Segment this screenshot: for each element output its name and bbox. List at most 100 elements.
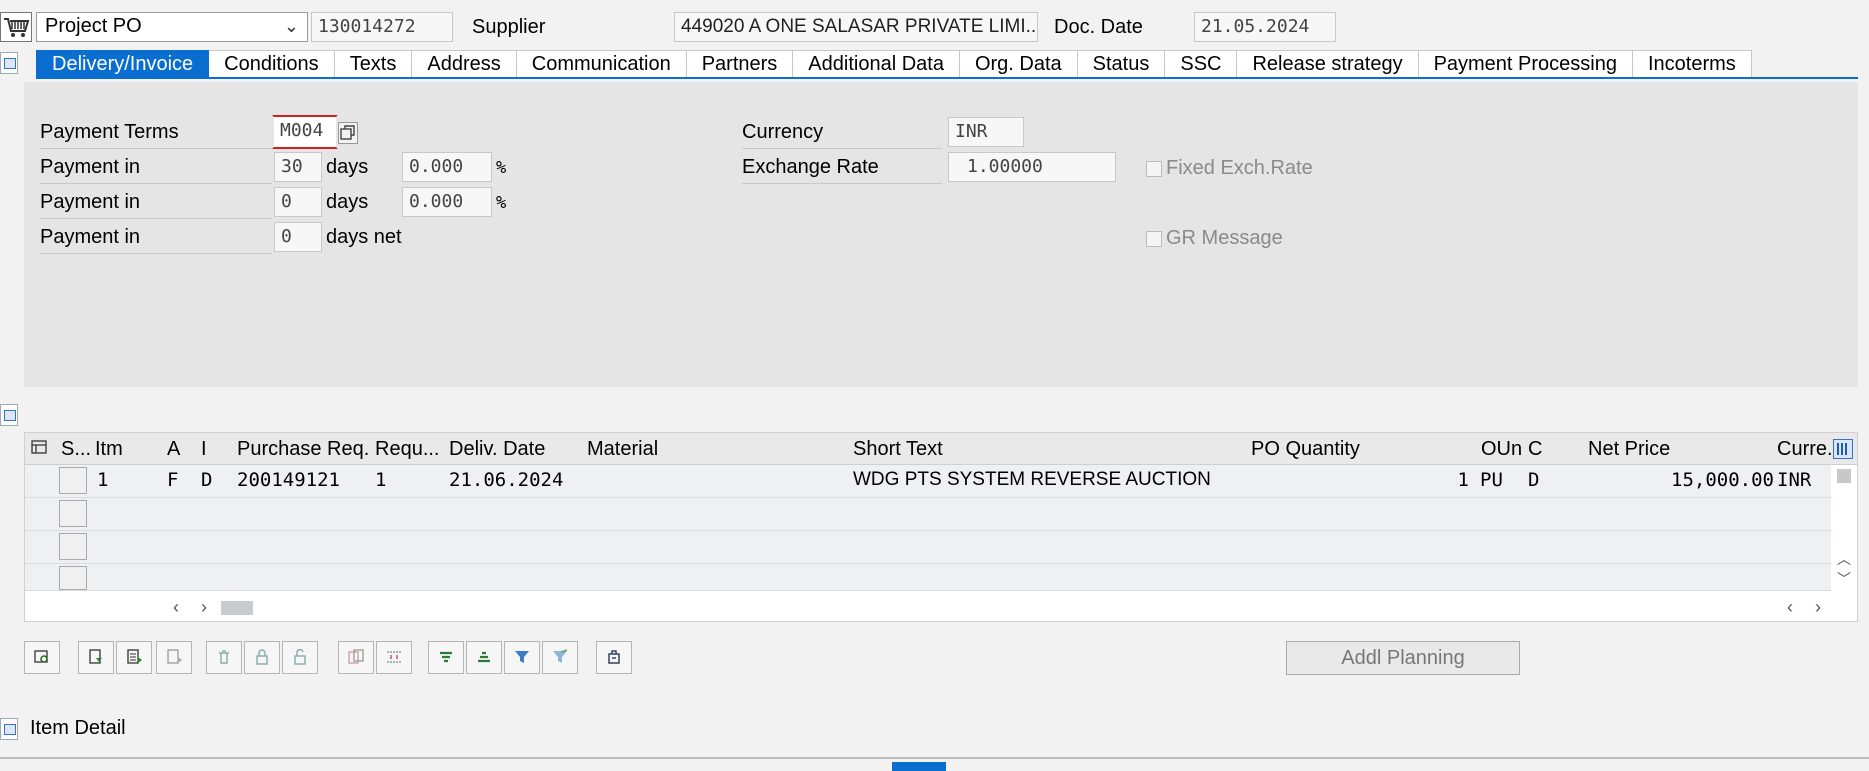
item-detail-label: Item Detail [30, 717, 126, 739]
tab-conditions[interactable]: Conditions [209, 50, 335, 78]
add-item-icon[interactable] [78, 641, 114, 674]
settings-icon[interactable] [596, 641, 632, 674]
details-icon[interactable] [24, 641, 60, 674]
doc-type-value: Project PO [45, 15, 142, 37]
delete-icon[interactable] [206, 641, 242, 674]
cell-account-assignment[interactable]: F [167, 469, 178, 491]
doc-type-dropdown[interactable]: Project PO ⌄ [36, 12, 308, 42]
scroll-up-icon[interactable]: ︿ [1837, 549, 1851, 569]
tab-delivery-invoice[interactable]: Delivery/Invoice [36, 50, 210, 78]
scroll-right-icon[interactable]: › [201, 597, 207, 618]
fixed-exch-rate-checkbox[interactable] [1146, 161, 1162, 177]
cell-currency[interactable]: INR [1777, 469, 1811, 491]
column-config-icon[interactable] [1833, 439, 1853, 459]
filter-remove-icon[interactable] [542, 641, 578, 674]
gr-message-label: GR Message [1166, 227, 1283, 249]
tab-additional-data[interactable]: Additional Data [793, 50, 960, 78]
col-status[interactable]: S... [61, 438, 91, 461]
row-selector[interactable] [59, 500, 87, 527]
gr-message-checkbox[interactable] [1146, 231, 1162, 247]
cell-deliv-date[interactable]: 21.06.2024 [449, 469, 563, 491]
cart-icon[interactable] [0, 12, 32, 42]
scroll-down-icon[interactable]: ﹀ [1837, 569, 1851, 589]
table-row[interactable] [25, 531, 1831, 564]
col-item[interactable]: Itm [95, 438, 123, 461]
table-header: S... Itm A I Purchase Req. Requ... Deliv… [25, 433, 1857, 465]
tab-incoterms[interactable]: Incoterms [1632, 50, 1752, 78]
lock-icon[interactable] [244, 641, 280, 674]
filter-icon[interactable] [504, 641, 540, 674]
expand-item-detail-icon[interactable] [0, 718, 18, 740]
cell-purchase-req[interactable]: 200149121 [237, 469, 340, 491]
payment-days-field-2[interactable]: 0 [274, 187, 322, 217]
col-account-assignment[interactable]: A [167, 438, 180, 461]
expand-items-icon[interactable] [0, 404, 18, 426]
tab-org-data[interactable]: Org. Data [959, 50, 1078, 78]
col-order-unit[interactable]: OUn [1481, 438, 1522, 461]
fixed-exch-rate-label: Fixed Exch.Rate [1166, 157, 1313, 179]
days-net-label: days net [326, 226, 402, 248]
tab-strip: Delivery/Invoice Conditions Texts Addres… [36, 50, 1752, 78]
value-help-icon[interactable] [338, 122, 358, 144]
sort-descending-icon[interactable] [466, 641, 502, 674]
cell-c[interactable]: D [1528, 469, 1539, 491]
scroll-left-icon[interactable]: ‹ [173, 597, 179, 618]
cell-req-item[interactable]: 1 [375, 469, 386, 491]
expand-header-icon[interactable] [0, 52, 18, 74]
cell-short-text[interactable]: WDG PTS SYSTEM REVERSE AUCTION [853, 469, 1211, 491]
payment-terms-label: Payment Terms [40, 121, 272, 149]
tab-status[interactable]: Status [1077, 50, 1166, 78]
cell-net-price[interactable]: 15,000.00 [1588, 469, 1774, 491]
payment-days-field-1[interactable]: 30 [274, 152, 322, 182]
insert-row-icon[interactable] [116, 641, 152, 674]
col-net-price[interactable]: Net Price [1588, 438, 1670, 461]
tab-payment-processing[interactable]: Payment Processing [1418, 50, 1633, 78]
scroll-right-icon[interactable]: › [1815, 597, 1821, 618]
po-number-field[interactable]: 130014272 [311, 12, 453, 42]
cell-order-unit[interactable]: PU [1480, 469, 1503, 491]
tab-address[interactable]: Address [412, 50, 517, 78]
row-selector[interactable] [59, 566, 87, 590]
row-selector[interactable] [59, 467, 87, 494]
addl-planning-button[interactable]: Addl Planning [1286, 641, 1520, 675]
col-purchase-req[interactable]: Purchase Req. [237, 438, 369, 461]
payment-pct-field-2[interactable]: 0.000 [402, 187, 492, 217]
col-req-item[interactable]: Requ... [375, 438, 439, 461]
currency-field[interactable]: INR [948, 117, 1024, 147]
bottom-divider [0, 757, 1869, 759]
col-c[interactable]: C [1528, 438, 1542, 461]
payment-pct-field-1[interactable]: 0.000 [402, 152, 492, 182]
tab-texts[interactable]: Texts [334, 50, 413, 78]
sort-ascending-icon[interactable] [428, 641, 464, 674]
tab-release-strategy[interactable]: Release strategy [1237, 50, 1419, 78]
copy-icon[interactable] [338, 641, 374, 674]
tab-communication[interactable]: Communication [516, 50, 687, 78]
horizontal-scroll-thumb[interactable] [221, 601, 253, 615]
unlock-icon[interactable] [282, 641, 318, 674]
col-short-text[interactable]: Short Text [853, 438, 943, 461]
split-icon[interactable] [376, 641, 412, 674]
scroll-thumb[interactable] [1837, 469, 1851, 483]
vertical-scrollbar[interactable]: ︿ ﹀ [1833, 465, 1857, 591]
supplier-field[interactable]: 449020 A ONE SALASAR PRIVATE LIMI... [674, 12, 1038, 42]
exchange-rate-field[interactable]: 1.00000 [948, 152, 1116, 182]
payment-days-field-3[interactable]: 0 [274, 222, 322, 252]
row-selector[interactable] [59, 533, 87, 560]
tab-ssc[interactable]: SSC [1165, 50, 1238, 78]
col-po-quantity[interactable]: PO Quantity [1251, 438, 1360, 461]
copy-row-icon[interactable] [156, 641, 192, 674]
cell-po-quantity[interactable]: 1 [1251, 469, 1469, 491]
cell-item[interactable]: 1 [97, 469, 108, 491]
cell-item-category[interactable]: D [201, 469, 212, 491]
col-deliv-date[interactable]: Deliv. Date [449, 438, 545, 461]
tab-partners[interactable]: Partners [686, 50, 794, 78]
scroll-left-icon[interactable]: ‹ [1787, 597, 1793, 618]
doc-date-field[interactable]: 21.05.2024 [1194, 12, 1336, 42]
table-row[interactable] [25, 498, 1831, 531]
col-item-category[interactable]: I [201, 438, 207, 461]
col-material[interactable]: Material [587, 438, 658, 461]
table-settings-icon[interactable] [31, 440, 49, 456]
exchange-rate-label: Exchange Rate [742, 156, 942, 184]
table-row[interactable] [25, 564, 1831, 591]
table-row[interactable]: 1 F D 200149121 1 21.06.2024 WDG PTS SYS… [25, 465, 1831, 498]
